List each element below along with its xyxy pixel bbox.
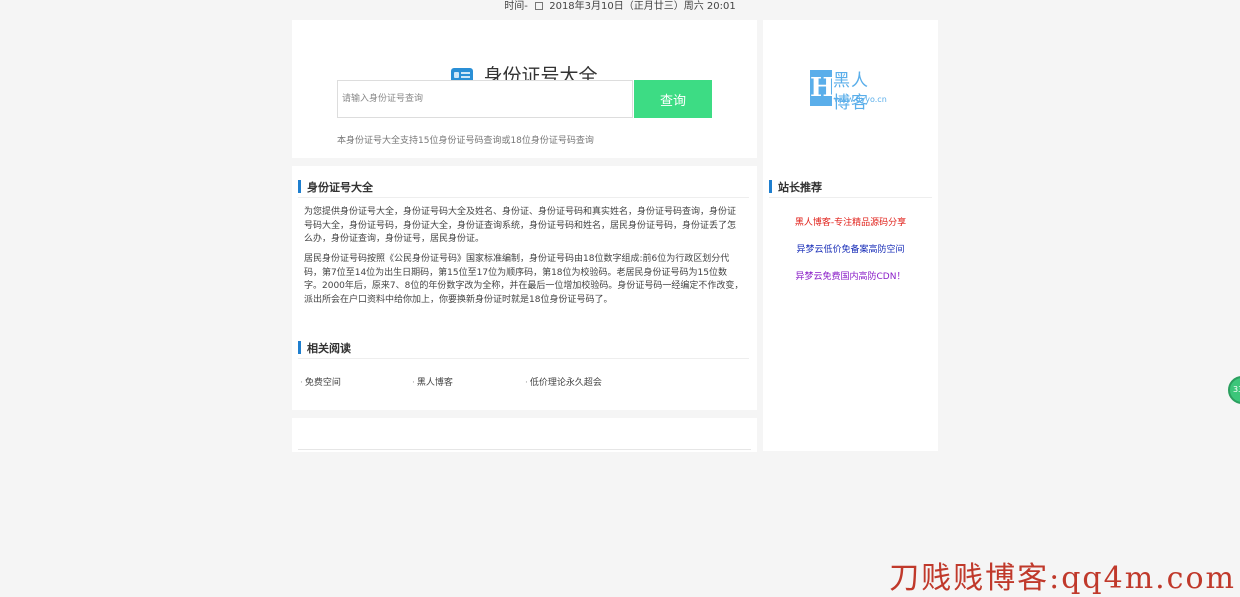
search-tip: 本身份证号大全支持15位身份证号码查询或18位身份证号码查询 (337, 136, 594, 146)
watermark: 刀贱贱博客:qq4m.com (889, 561, 1236, 596)
search-button[interactable]: 查询 (634, 80, 712, 118)
divider (298, 449, 751, 450)
intro-heading-text: 身份证号大全 (307, 181, 373, 194)
intro-heading: 身份证号大全 (298, 177, 749, 198)
floating-badge-button[interactable]: 33 (1228, 376, 1240, 404)
related-heading-text: 相关阅读 (307, 342, 351, 355)
related-link-low-price[interactable]: · 低价理论永久超会 (525, 375, 602, 388)
search-panel: 身份证号大全 查询 本身份证号大全支持15位身份证号码查询或18位身份证号码查询 (292, 20, 757, 158)
heading-accent-bar (298, 341, 301, 354)
logo-letter: H (810, 70, 835, 106)
recommend-heading-text: 站长推荐 (778, 181, 822, 194)
intro-paragraph-2: 居民身份证号码按照《公民身份证号码》国家标准编制，身份证号码由18位数字组成:前… (304, 254, 744, 305)
recommend-link-2[interactable]: 异梦云低价免备案高防空间 (763, 242, 938, 255)
datetime-text: 2018年3月10日（正月廿三）周六 20:01 (549, 1, 736, 12)
sidebar: H 黑人博客 www.0yyo.cn 站长推荐 黑人博客-专注精品源码分享 异梦… (763, 20, 938, 451)
heading-accent-bar (298, 180, 301, 193)
heading-accent-bar (769, 180, 772, 193)
calendar-icon (535, 2, 544, 10)
logo-name: 黑人博客 (833, 71, 869, 113)
time-bar: 时间- 2018年3月10日（正月廿三）周六 20:01 (0, 0, 1240, 16)
recommend-link-1[interactable]: 黑人博客-专注精品源码分享 (763, 215, 938, 228)
recommend-link-3[interactable]: 异梦云免费国内高防CDN！ (763, 269, 938, 282)
site-logo[interactable]: H 黑人博客 www.0yyo.cn (810, 70, 887, 113)
related-heading: 相关阅读 (298, 338, 749, 359)
bottom-panel (292, 418, 757, 452)
logo-domain: www.0yyo.cn (834, 95, 887, 104)
time-label: 时间- (504, 1, 528, 12)
related-link-heiren-blog[interactable]: · 黑人博客 (412, 375, 453, 388)
content-panel: 身份证号大全 为您提供身份证号大全，身份证号码大全及姓名、身份证、身份证号码和真… (292, 166, 757, 410)
intro-paragraph-1: 为您提供身份证号大全，身份证号码大全及姓名、身份证、身份证号码和真实姓名，身份证… (304, 207, 737, 244)
id-search-input[interactable] (337, 80, 633, 118)
recommend-heading: 站长推荐 (769, 177, 932, 198)
related-link-free-space[interactable]: · 免费空间 (300, 375, 341, 388)
